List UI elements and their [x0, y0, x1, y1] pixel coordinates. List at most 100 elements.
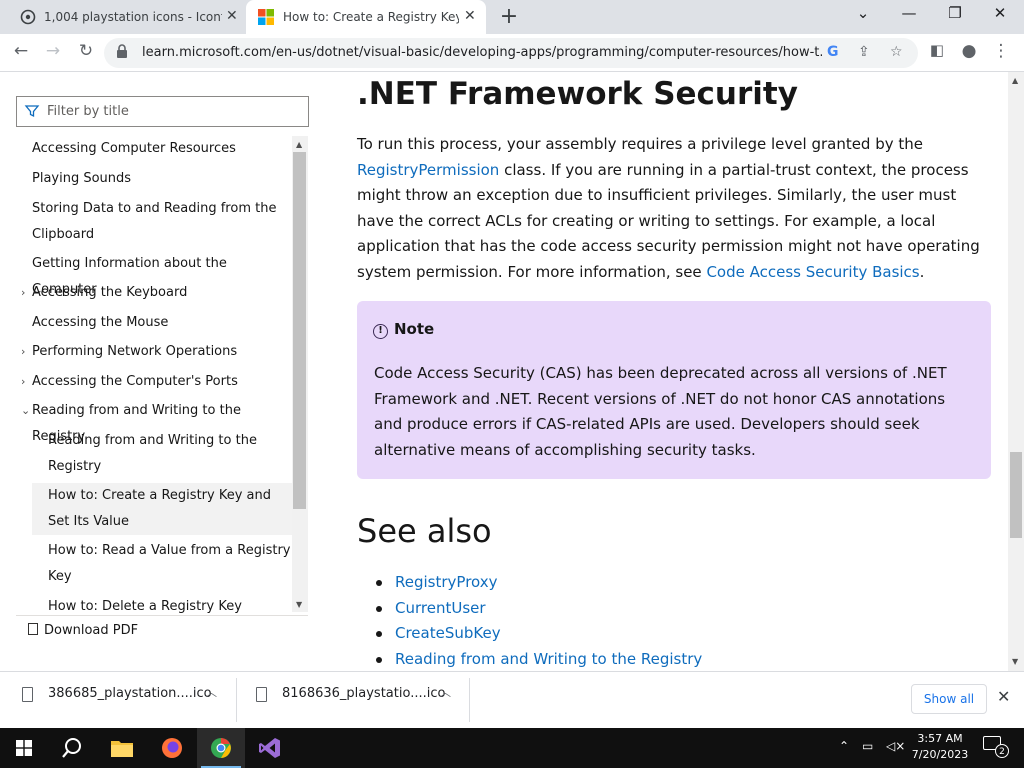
file-icon	[22, 687, 33, 702]
url-text: learn.microsoft.com/en-us/dotnet/visual-…	[142, 45, 822, 60]
download-item[interactable]: 386685_playstation....ico ︿	[22, 686, 232, 716]
restore-icon[interactable]: ❐	[943, 4, 967, 22]
download-file-name: 8168636_playstatio....ico	[282, 686, 446, 701]
notification-center-icon[interactable]: 2	[983, 736, 1009, 758]
page-scrollbar[interactable]	[1008, 72, 1024, 671]
download-shelf: 386685_playstation....ico ︿ 8168636_play…	[0, 671, 1024, 728]
microsoft-logo-icon	[258, 9, 274, 25]
close-shelf-icon[interactable]: ✕	[997, 687, 1010, 706]
tab-iconfinder[interactable]: 1,004 playstation icons - Iconfinder ✕	[8, 0, 248, 34]
see-also-link-registry[interactable]: Reading from and Writing to the Registry	[395, 650, 702, 668]
firefox-icon	[162, 738, 182, 758]
new-tab-plus-icon[interactable]: +	[498, 4, 520, 29]
bullet	[376, 656, 382, 663]
side-panel-icon[interactable]: ◧	[926, 41, 948, 59]
divider	[16, 615, 308, 616]
scroll-up-arrow-icon[interactable]: ▲	[296, 140, 302, 149]
back-arrow-icon[interactable]: ←	[10, 41, 32, 61]
chevron-down-icon: ⌄	[21, 404, 31, 417]
bookmark-star-icon[interactable]: ☆	[890, 44, 903, 60]
show-all-button[interactable]: Show all	[911, 684, 987, 714]
note-callout: ! Note Code Access Security (CAS) has bee…	[357, 301, 991, 479]
toc-scrollbar-thumb[interactable]	[293, 152, 306, 509]
iconfinder-favicon-icon	[20, 9, 36, 25]
profile-avatar-icon[interactable]: ●	[958, 41, 980, 61]
tab-registry-key[interactable]: How to: Create a Registry Key and Set It…	[246, 0, 486, 34]
network-icon[interactable]: ▭	[862, 739, 873, 753]
file-icon	[256, 687, 267, 702]
tab-search-chevron-icon[interactable]: ⌄	[851, 4, 875, 22]
tab-close-icon[interactable]: ✕	[226, 8, 238, 24]
pdf-icon	[28, 623, 38, 635]
toc-item-read-registry-value[interactable]: How to: Read a Value from a Registry Key	[48, 538, 292, 590]
share-icon[interactable]: ⇪	[858, 44, 870, 60]
note-heading: ! Note	[373, 320, 434, 339]
download-item[interactable]: 8168636_playstatio....ico ︿	[256, 686, 466, 716]
toc-item-registry-overview[interactable]: Reading from and Writing to the Registry	[48, 428, 292, 480]
toc-item-keyboard[interactable]: › Accessing the Keyboard	[21, 280, 188, 306]
see-also-link-registryproxy[interactable]: RegistryProxy	[395, 573, 498, 591]
toc-item-delete-registry-key[interactable]: How to: Delete a Registry Key	[48, 594, 292, 613]
search-icon	[62, 738, 81, 758]
toc-item-accessing-computer-resources[interactable]: Accessing Computer Resources	[32, 136, 236, 162]
page-scroll-up-arrow-icon[interactable]: ▲	[1012, 76, 1018, 85]
start-button[interactable]	[0, 728, 48, 768]
windows-logo-icon	[16, 740, 32, 756]
page-scroll-down-arrow-icon[interactable]: ▼	[1012, 657, 1018, 666]
note-title: Note	[394, 320, 435, 338]
taskbar-file-explorer[interactable]	[98, 728, 146, 768]
body-paragraph: To run this process, your assembly requi…	[357, 132, 997, 286]
divider	[236, 678, 237, 722]
taskbar-chrome[interactable]	[197, 728, 245, 768]
note-body: Code Access Security (CAS) has been depr…	[374, 364, 947, 459]
volume-muted-icon[interactable]: ◁×	[886, 739, 905, 753]
download-file-name: 386685_playstation....ico	[48, 686, 212, 701]
see-also-link-createsubkey[interactable]: CreateSubKey	[395, 624, 501, 642]
browser-menu-icon[interactable]: ⋮	[990, 41, 1012, 61]
windows-taskbar: ⌃ ▭ ◁× 3:57 AM 7/20/2023 2	[0, 728, 1024, 768]
filter-box[interactable]	[16, 96, 309, 127]
clock-time: 3:57 AM	[917, 732, 963, 745]
toc-item-label: Accessing the Computer's Ports	[32, 374, 238, 389]
tray-overflow-chevron-icon[interactable]: ⌃	[839, 739, 849, 753]
google-translate-icon[interactable]: G	[827, 44, 839, 60]
filter-input[interactable]	[47, 101, 302, 122]
address-bar[interactable]: learn.microsoft.com/en-us/dotnet/visual-…	[104, 38, 918, 68]
toc-item-create-registry-key[interactable]: How to: Create a Registry Key and Set It…	[32, 483, 292, 535]
chevron-right-icon: ›	[21, 345, 26, 358]
chrome-icon	[211, 738, 231, 758]
page-scrollbar-thumb[interactable]	[1010, 452, 1022, 538]
cas-basics-link[interactable]: Code Access Security Basics	[706, 263, 919, 281]
download-pdf-link[interactable]: Download PDF	[28, 623, 138, 638]
filter-icon	[24, 105, 40, 118]
article-content: .NET Framework Security To run this proc…	[336, 72, 1008, 671]
toc-item-playing-sounds[interactable]: Playing Sounds	[32, 166, 131, 192]
scroll-down-arrow-icon[interactable]: ▼	[296, 600, 302, 609]
clock[interactable]: 3:57 AM 7/20/2023	[908, 731, 972, 763]
download-pdf-label: Download PDF	[44, 623, 139, 638]
clock-date: 7/20/2023	[911, 748, 969, 761]
bullet	[376, 605, 382, 612]
tab-close-icon[interactable]: ✕	[464, 8, 476, 24]
chevron-up-icon[interactable]: ︿	[206, 684, 217, 700]
toc-item-clipboard[interactable]: Storing Data to and Reading from the Cli…	[32, 196, 284, 248]
reload-icon[interactable]: ↻	[75, 41, 97, 61]
browser-tab-strip: 1,004 playstation icons - Iconfinder ✕ H…	[0, 0, 1024, 34]
visual-studio-icon	[259, 738, 280, 758]
toc-item-label: Accessing the Keyboard	[32, 285, 188, 300]
registry-permission-link[interactable]: RegistryPermission	[357, 161, 499, 179]
chevron-right-icon: ›	[21, 375, 26, 388]
forward-arrow-icon[interactable]: →	[42, 41, 64, 61]
list-item: CreateSubKey	[373, 621, 702, 647]
toc-item-mouse[interactable]: Accessing the Mouse	[32, 310, 168, 336]
search-button[interactable]	[48, 728, 96, 768]
folder-icon	[111, 741, 133, 757]
chevron-up-icon[interactable]: ︿	[440, 684, 451, 700]
minimize-icon[interactable]: —	[897, 4, 921, 22]
taskbar-firefox[interactable]	[148, 728, 196, 768]
taskbar-visual-studio[interactable]	[246, 728, 294, 768]
close-window-icon[interactable]: ✕	[988, 4, 1012, 22]
toc-item-network[interactable]: › Performing Network Operations	[21, 339, 237, 365]
see-also-link-currentuser[interactable]: CurrentUser	[395, 599, 486, 617]
toc-item-ports[interactable]: › Accessing the Computer's Ports	[21, 369, 238, 395]
